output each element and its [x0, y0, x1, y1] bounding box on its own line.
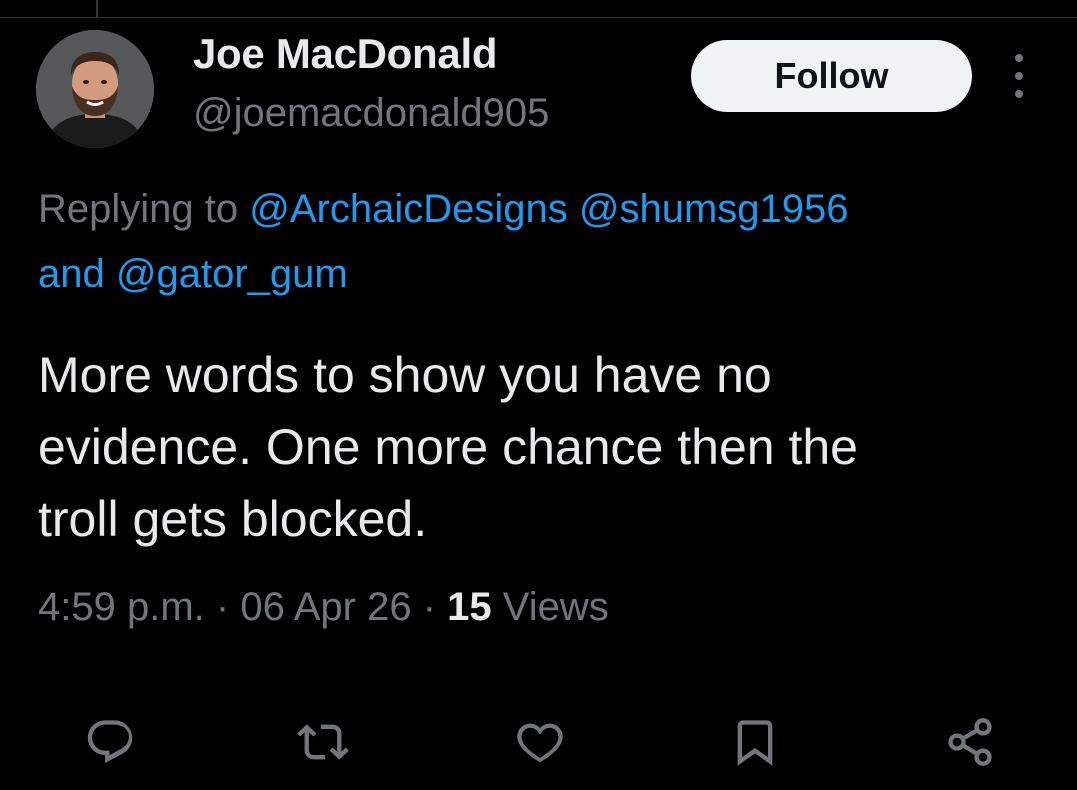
tweet-text-line: More words to show you have no	[38, 347, 772, 403]
like-icon	[517, 723, 563, 763]
more-dot	[1015, 72, 1023, 80]
reply-button[interactable]	[80, 712, 140, 772]
replying-to-label: Replying to	[38, 187, 239, 231]
reply-icon	[87, 720, 133, 764]
tweet-actions	[0, 712, 1077, 782]
share-icon	[948, 718, 992, 766]
more-dot	[1015, 54, 1023, 62]
tweet-date[interactable]: 06 Apr 26	[240, 585, 411, 629]
tweet-meta: 4:59 p.m. · 06 Apr 26 · 15 Views	[38, 585, 609, 630]
avatar[interactable]	[36, 30, 154, 148]
meta-separator: ·	[215, 585, 230, 629]
bookmark-icon	[737, 720, 773, 766]
thread-line	[96, 0, 98, 17]
tweet-text-line: troll gets blocked.	[38, 491, 428, 547]
replying-to-line: and @gator_gum	[38, 252, 1068, 297]
mention-link[interactable]: @shumsg1956	[579, 187, 849, 231]
mention-link[interactable]: @ArchaicDesigns	[249, 187, 568, 231]
retweet-icon	[297, 724, 349, 760]
more-dot	[1015, 90, 1023, 98]
retweet-button[interactable]	[293, 712, 353, 772]
views-count: 15	[447, 585, 492, 629]
divider	[0, 17, 1077, 18]
tweet-text: More words to show you have no evidence.…	[38, 339, 1048, 555]
tweet-view: Joe MacDonald @joemacdonald905 Follow Re…	[0, 0, 1077, 790]
share-button[interactable]	[940, 712, 1000, 772]
replying-to-line: Replying to @ArchaicDesigns @shumsg1956	[38, 187, 1068, 232]
avatar-image	[36, 30, 154, 148]
replying-to-joiner: and	[38, 252, 105, 296]
views-label[interactable]: Views	[503, 585, 609, 629]
mention-link[interactable]: @gator_gum	[116, 252, 348, 296]
more-options-icon[interactable]	[1004, 50, 1034, 102]
bookmark-button[interactable]	[725, 712, 785, 772]
tweet-text-line: evidence. One more chance then the	[38, 419, 858, 475]
author-display-name[interactable]: Joe MacDonald	[193, 30, 497, 78]
follow-button[interactable]: Follow	[691, 40, 972, 112]
tweet-time[interactable]: 4:59 p.m.	[38, 585, 205, 629]
like-button[interactable]	[510, 712, 570, 772]
meta-separator: ·	[422, 585, 437, 629]
author-handle[interactable]: @joemacdonald905	[193, 91, 549, 136]
